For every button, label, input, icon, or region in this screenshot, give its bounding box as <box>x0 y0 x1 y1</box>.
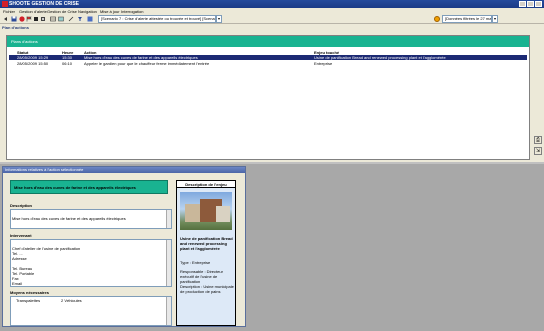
toolbar: [Scenario 7 : Crise d'alerte attestée ou… <box>0 14 544 24</box>
enjeu-panel: Description de l'enjeu Usine de panifica… <box>176 180 236 326</box>
popup-title: Informations relatives à l'action sélect… <box>3 167 245 173</box>
table-icon[interactable] <box>50 16 56 22</box>
pane-title: Plan d'actions <box>2 25 29 30</box>
scenario-combo[interactable]: [Scenario 7 : Crise d'alerte attestée ou… <box>98 15 216 23</box>
enjeu-name: Usine de panification Bread and renewed … <box>180 236 233 251</box>
window-title: SHOOTE GESTION DE CRISE <box>9 1 80 7</box>
alert-icon[interactable] <box>19 16 25 22</box>
flag-icon[interactable] <box>26 16 32 22</box>
row-action: Mise hors d'eau des cuves de farine et d… <box>84 55 198 60</box>
description-field[interactable]: Mise hors d'eau des cuves de farine et d… <box>10 209 172 229</box>
row-action: Appeler le gardien pour que le chauffeur… <box>84 61 210 66</box>
data-status-field: [Données filtrées le 27 mai] <box>442 15 492 23</box>
title-bar: SHOOTE GESTION DE CRISE <box>0 0 544 8</box>
back-icon[interactable] <box>3 16 9 22</box>
row-target: Usine de panification Bread and renewed … <box>314 55 446 60</box>
maximize-button[interactable] <box>527 1 534 7</box>
status-dropdown-button[interactable]: ▾ <box>492 15 498 23</box>
edit-icon[interactable] <box>68 16 74 22</box>
combo-dropdown-button[interactable]: ▾ <box>216 15 222 23</box>
action-header-label: Mise hors d'eau des cuves de farine et d… <box>14 185 136 190</box>
description-scrollbar[interactable] <box>166 210 171 228</box>
description-label: Description <box>10 203 33 208</box>
table-row[interactable]: 28/05/2009 15:29 15:30 Mise hors d'eau d… <box>9 55 527 60</box>
grid-icon[interactable] <box>58 16 64 22</box>
means-item-name: Transpalettes <box>16 298 41 303</box>
contact-label: Intervenant <box>10 233 32 238</box>
action-header: Mise hors d'eau des cuves de farine et d… <box>10 180 168 194</box>
enjeu-title: Description de l'enjeu <box>177 181 235 188</box>
contact-scrollbar[interactable] <box>166 240 171 286</box>
close-button[interactable] <box>535 1 542 7</box>
window-controls <box>519 1 542 7</box>
list-icon[interactable] <box>40 16 46 22</box>
enjeu-type: Type : Entreprise <box>180 260 211 265</box>
status-indicator-icon <box>434 16 440 22</box>
description-text: Mise hors d'eau des cuves de farine et d… <box>12 216 126 221</box>
means-field[interactable]: Transpalettes 2 Véhicules <box>10 296 172 326</box>
contact-field[interactable]: Chef d'atelier de l'usine de panificatio… <box>10 239 172 287</box>
app-icon <box>2 1 8 7</box>
means-label: Moyens nécessaires <box>10 290 49 295</box>
actions-header-label: Plans d'actions <box>11 39 38 44</box>
row-time: 06:10 <box>62 61 73 66</box>
actions-pane: Plan d'actions Plans d'actions Statut He… <box>0 24 544 162</box>
row-time: 15:30 <box>62 55 73 60</box>
row-date: 28/05/2009 15:29 <box>17 55 49 60</box>
action-details-window: Informations relatives à l'action sélect… <box>2 166 246 327</box>
actions-list: Plans d'actions Statut Heure Action Enje… <box>6 35 530 160</box>
contact-text: Chef d'atelier de l'usine de panificatio… <box>12 246 81 286</box>
table-row[interactable]: 28/05/2009 15:50 06:10 Appeler le gardie… <box>9 61 527 66</box>
help-icon[interactable] <box>87 16 93 22</box>
workspace: Informations relatives à l'action sélect… <box>0 164 544 331</box>
means-scrollbar[interactable] <box>166 297 171 325</box>
tool-icon[interactable] <box>33 16 39 22</box>
means-item-qty: 2 Véhicules <box>61 298 82 303</box>
row-target: Entreprise <box>314 61 333 66</box>
enjeu-responsible: Responsable : Directeur exécutif de l'us… <box>180 269 223 284</box>
filter-icon[interactable] <box>77 16 83 22</box>
factory-photo <box>180 192 232 230</box>
export-button[interactable]: ⇲ <box>534 147 542 155</box>
row-date: 28/05/2009 15:50 <box>17 61 49 66</box>
save-icon[interactable] <box>11 16 17 22</box>
building-shape <box>216 206 230 222</box>
minimize-button[interactable] <box>519 1 526 7</box>
print-button[interactable]: ⎙ <box>534 136 542 144</box>
actions-header: Plans d'actions <box>7 36 529 47</box>
enjeu-description: Description : Usine municipale de produc… <box>180 284 234 294</box>
